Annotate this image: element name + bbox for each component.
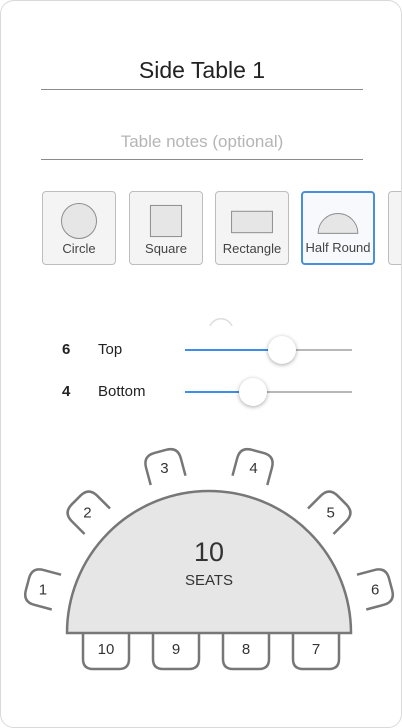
seat-number: 10 [98,641,115,658]
circle-icon [61,203,97,239]
seat-number: 3 [160,460,168,477]
seat-bottom-8: 8 [221,633,271,671]
table-notes-input[interactable] [41,125,363,160]
seat-top-3: 3 [144,447,187,486]
shape-picker: Circle Square Rectangle Half Round [1,191,401,267]
slider-thumb[interactable] [239,378,268,406]
loading-spinner-icon [209,318,233,327]
seat-number: 9 [172,641,180,658]
shape-option-rectangle[interactable]: Rectangle [215,191,289,265]
seat-top-1: 1 [23,568,62,611]
seat-top-4: 4 [231,447,274,486]
shape-option-more[interactable] [388,191,401,265]
square-icon [149,204,183,238]
seat-number: 8 [242,641,250,658]
top-seats-slider[interactable] [185,336,352,364]
bottom-seats-label: Bottom [98,383,146,400]
seat-total: 10 [194,537,224,567]
shape-option-label: Circle [62,241,96,256]
seat-number: 1 [39,581,47,598]
shape-option-label: Half Round [305,240,371,255]
seat-number: 6 [371,581,379,598]
half-round-icon [317,213,359,234]
bottom-seats-slider[interactable] [185,378,352,406]
top-seats-row: 6 Top [1,335,401,365]
shape-option-label: Rectangle [222,241,282,256]
shape-option-label: Square [145,241,187,256]
bottom-seats-count: 4 [62,383,71,400]
shape-option-circle[interactable]: Circle [42,191,116,265]
seat-number: 4 [249,460,257,477]
seat-bottom-10: 10 [81,633,131,671]
seat-bottom-9: 9 [151,633,201,671]
slider-thumb[interactable] [267,336,296,364]
table-name-input[interactable] [41,51,363,90]
seat-bottom-7: 7 [291,633,341,671]
rectangle-icon [231,210,273,234]
shape-option-half-round[interactable]: Half Round [301,191,375,265]
table-editor-panel: Circle Square Rectangle Half Round 6 Top [0,0,402,728]
seat-total-label: SEATS [185,572,233,589]
seat-top-2: 2 [66,490,111,535]
top-seats-count: 6 [62,341,71,358]
seat-number: 5 [326,504,334,521]
seat-top-6: 6 [356,568,395,611]
seat-number: 2 [83,504,91,521]
seat-top-5: 5 [307,490,352,535]
shape-option-square[interactable]: Square [129,191,203,265]
table-seating-diagram: 1 2 3 4 5 6 10 9 8 7 10 SEATS [23,447,395,671]
seat-number: 7 [312,641,320,658]
top-seats-label: Top [98,341,123,358]
bottom-seats-row: 4 Bottom [1,377,401,407]
